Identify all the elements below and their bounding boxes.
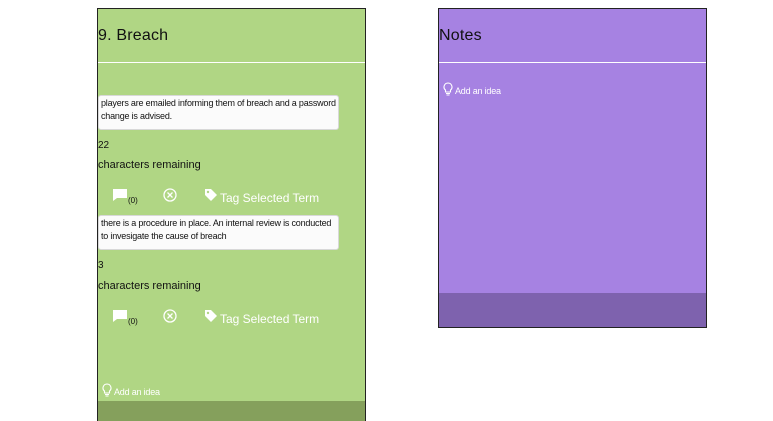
entry-text-2[interactable]: there is a procedure in place. An intern…: [98, 215, 339, 250]
add-idea-button[interactable]: Add an idea: [102, 383, 160, 397]
tag-selected-term-button[interactable]: Tag Selected Term: [220, 312, 319, 326]
entry-actions: (0) Tag Selected Term: [98, 309, 358, 331]
lightbulb-icon: [102, 383, 112, 397]
comment-icon[interactable]: [112, 188, 128, 202]
tag-selected-term-button[interactable]: Tag Selected Term: [220, 191, 319, 205]
comment-count: (0): [128, 196, 138, 205]
add-idea-label: Add an idea: [114, 387, 160, 397]
notes-panel: Notes Add an idea: [438, 8, 707, 328]
cancel-icon[interactable]: [163, 188, 177, 202]
tag-icon[interactable]: [204, 309, 218, 323]
divider: [98, 62, 365, 63]
lightbulb-icon: [443, 82, 453, 96]
cancel-icon[interactable]: [163, 309, 177, 323]
panel-title: 9. Breach: [98, 27, 169, 44]
panel-footer: [98, 401, 365, 421]
comment-icon[interactable]: [112, 309, 128, 323]
add-idea-label: Add an idea: [455, 86, 501, 96]
divider: [439, 62, 706, 63]
chars-left-count: 22: [98, 140, 110, 151]
panel-title: Notes: [439, 27, 482, 44]
add-idea-button[interactable]: Add an idea: [443, 82, 501, 96]
chars-remaining-label: characters remaining: [98, 280, 201, 292]
entry-actions: (0) Tag Selected Term: [98, 188, 358, 210]
tag-icon[interactable]: [204, 188, 218, 202]
breach-panel: 9. Breach players are emailed informing …: [97, 8, 366, 421]
comment-count: (0): [128, 317, 138, 326]
entry-text-1[interactable]: players are emailed informing them of br…: [98, 95, 339, 130]
chars-remaining-label: characters remaining: [98, 159, 201, 171]
chars-left-count: 3: [98, 260, 104, 271]
panel-footer: [439, 293, 706, 327]
